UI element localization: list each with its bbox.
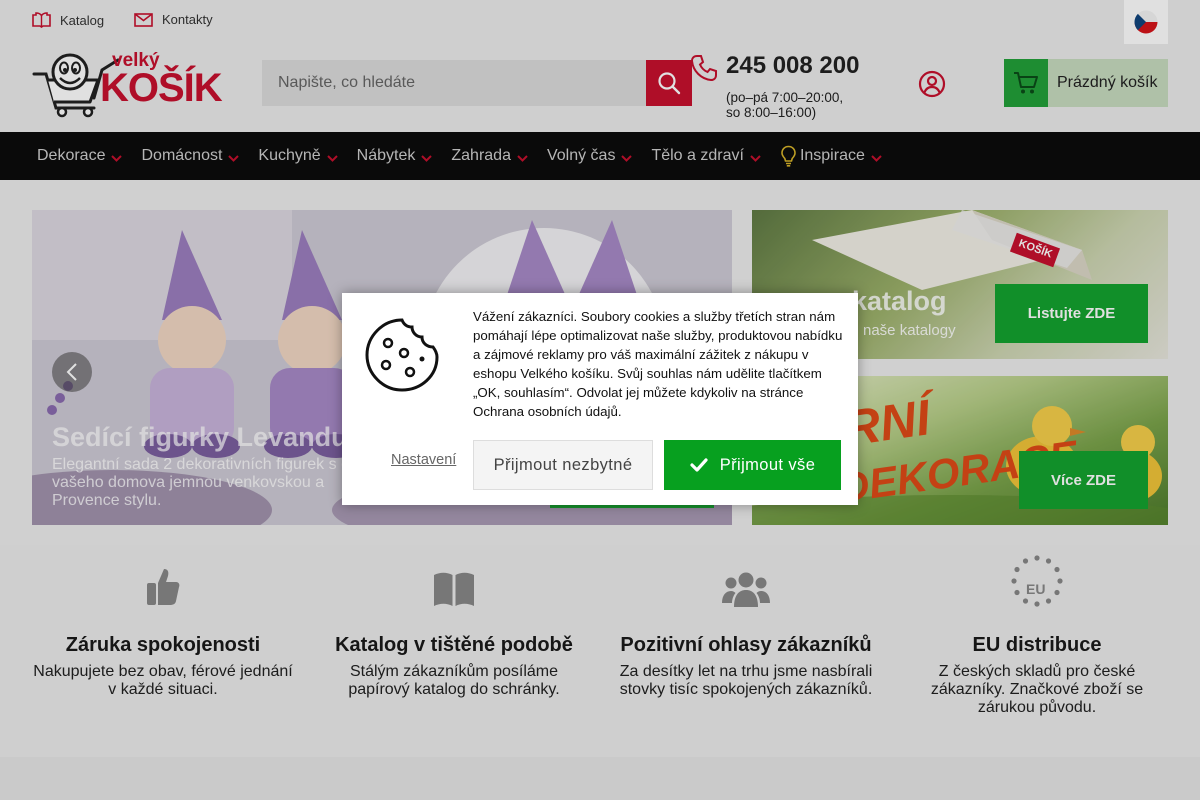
contacts-link[interactable]: Kontakty (134, 12, 213, 27)
eu-label: EU (1026, 581, 1046, 597)
open-book-icon (32, 12, 51, 28)
nav-item-nabytek[interactable]: Nábytek (357, 147, 433, 165)
user-circle-icon (918, 70, 946, 98)
nav-item-dekorace[interactable]: Dekorace (37, 147, 123, 165)
contacts-link-label: Kontakty (162, 12, 213, 27)
chevron-down-icon (517, 154, 528, 162)
cookie-consent-dialog: Vážení zákazníci. Soubory cookies a služ… (342, 293, 858, 505)
cookie-consent-text: Vážení zákazníci. Soubory cookies a služ… (473, 309, 843, 419)
mail-icon (134, 12, 153, 27)
chevron-left-icon (66, 363, 77, 381)
thumbs-up-icon (147, 569, 180, 605)
catalog-link[interactable]: Katalog (32, 12, 104, 28)
feature-text-line-1: Za desítky let na trhu jsme nasbírali (619, 663, 873, 680)
top-strip: Katalog Kontakty (0, 0, 1200, 44)
feature-satisfaction: Záruka spokojenosti Nakupujete bez obav,… (31, 545, 295, 699)
nav-item-label: Domácnost (141, 147, 223, 164)
shopping-cart-icon (1014, 72, 1038, 94)
search-bar (262, 60, 692, 106)
book-icon (434, 572, 474, 606)
cookie-icon (365, 318, 439, 392)
search-input[interactable] (262, 60, 646, 106)
chevron-down-icon (326, 154, 338, 162)
search-icon (658, 72, 681, 95)
search-button[interactable] (646, 60, 692, 106)
chevron-down-icon (111, 154, 123, 162)
site-logo[interactable]: velký KOŠÍK (32, 50, 228, 118)
accept-necessary-button[interactable]: Přijmout nezbytné (473, 440, 653, 490)
nav-item-volny-cas[interactable]: Volný čas (546, 147, 633, 165)
catalog-link-label: Katalog (60, 12, 105, 28)
cart-icon-box (1004, 59, 1048, 107)
feature-title: Katalog v tištěné podobě (335, 634, 573, 656)
phone-number: 245 008 200 (726, 52, 860, 79)
catalog-browse-button[interactable]: Listujte ZDE (995, 284, 1148, 343)
cart-label: Prázdný košík (1057, 74, 1158, 91)
phone-hours-line-1: (po–pá 7:00–20:00, (726, 90, 844, 105)
nav-item-kuchyne[interactable]: Kuchyně (258, 147, 338, 165)
nav-item-label: Zahrada (451, 147, 511, 164)
page-bottom-strip (0, 757, 1200, 800)
main-navigation: Dekorace Domácnost Kuchyně Nábytek Zahra… (0, 132, 1200, 180)
phone-icon (690, 55, 717, 82)
chevron-down-icon (750, 154, 761, 162)
accept-all-button[interactable]: Přijmout vše (664, 440, 841, 490)
cart-button[interactable]: Prázdný košík (1004, 59, 1168, 107)
feature-title: Pozitivní ohlasy zákazníků (620, 634, 872, 656)
feature-printed-catalog: Katalog v tištěné podobě Stálým zákazník… (322, 545, 586, 699)
accept-all-label: Přijmout vše (719, 455, 816, 474)
hero-description: Elegantní sada 2 dekorativních figurek s… (52, 456, 359, 509)
feature-text-line-2: papírový katalog do schránky. (348, 681, 560, 698)
logo-text-big: KOŠÍK (100, 66, 223, 110)
lightbulb-icon (781, 145, 796, 167)
nav-item-label: Tělo a zdraví (651, 147, 744, 164)
nav-item-telo-a-zdravi[interactable]: Tělo a zdraví (651, 147, 761, 165)
phone-hours-line-2: so 8:00–16:00) (726, 105, 817, 120)
features-section: Záruka spokojenosti Nakupujete bez obav,… (0, 545, 1200, 757)
site-header: velký KOŠÍK 245 008 200 (po–pá 7:00–20:0… (0, 44, 1200, 132)
feature-text-line-2: zákazníky. Značkové zboží se (930, 681, 1144, 698)
feature-text-line-2: stovky tisíc spokojených zákazníků. (619, 681, 873, 698)
feature-eu-distribution: EU distribuce Z českých skladů pro české… (905, 545, 1169, 717)
feature-text: Stálým zákazníkům posíláme papírový kata… (322, 663, 586, 699)
chevron-down-icon (621, 154, 633, 162)
nav-item-inspirace[interactable]: Inspirace (780, 145, 882, 167)
nav-item-zahrada[interactable]: Zahrada (451, 147, 528, 165)
language-switch[interactable] (1124, 0, 1168, 44)
nav-item-domacnost[interactable]: Domácnost (141, 147, 240, 165)
hero-title: Sedící figurky Levandu (52, 422, 348, 452)
checkmark-icon (690, 458, 708, 472)
feature-text: Za desítky let na trhu jsme nasbírali st… (614, 663, 878, 699)
feature-positive-reviews: Pozitivní ohlasy zákazníků Za desítky le… (614, 545, 878, 699)
chevron-down-icon (228, 154, 240, 162)
catalog-promo-title: katalog (852, 286, 947, 316)
nav-item-label: Nábytek (356, 147, 416, 164)
phone-hours: (po–pá 7:00–20:00, so 8:00–16:00) (726, 90, 843, 120)
users-icon (722, 572, 770, 607)
account-button[interactable] (918, 70, 946, 103)
feature-title: EU distribuce (972, 634, 1102, 656)
cookie-settings-link[interactable]: Nastavení (391, 452, 456, 468)
catalog-promo-subtitle: naše katalogy (863, 322, 956, 339)
feature-text: Z českých skladů pro české zákazníky. Zn… (905, 663, 1169, 717)
easter-more-button[interactable]: Více ZDE (1019, 451, 1148, 509)
feature-text-line-1: Nakupujete bez obav, férové jednání (33, 663, 293, 680)
feature-text-line-1: Z českých skladů pro české (938, 663, 1136, 680)
nav-item-label: Inspirace (799, 147, 865, 164)
chevron-down-icon (871, 154, 882, 162)
feature-title: Záruka spokojenosti (65, 634, 261, 656)
czech-flag-icon (1134, 10, 1158, 34)
chevron-down-icon (421, 154, 433, 162)
nav-item-label: Dekorace (37, 147, 106, 164)
nav-item-label: Kuchyně (258, 147, 321, 164)
feature-text: Nakupujete bez obav, férové jednání v ka… (31, 663, 295, 699)
nav-item-label: Volný čas (546, 147, 616, 164)
feature-text-line-3: zárukou původu. (977, 699, 1097, 716)
slider-prev-button[interactable] (52, 352, 92, 392)
feature-text-line-2: v každé situaci. (108, 681, 218, 698)
feature-text-line-1: Stálým zákazníkům posíláme (349, 663, 559, 680)
